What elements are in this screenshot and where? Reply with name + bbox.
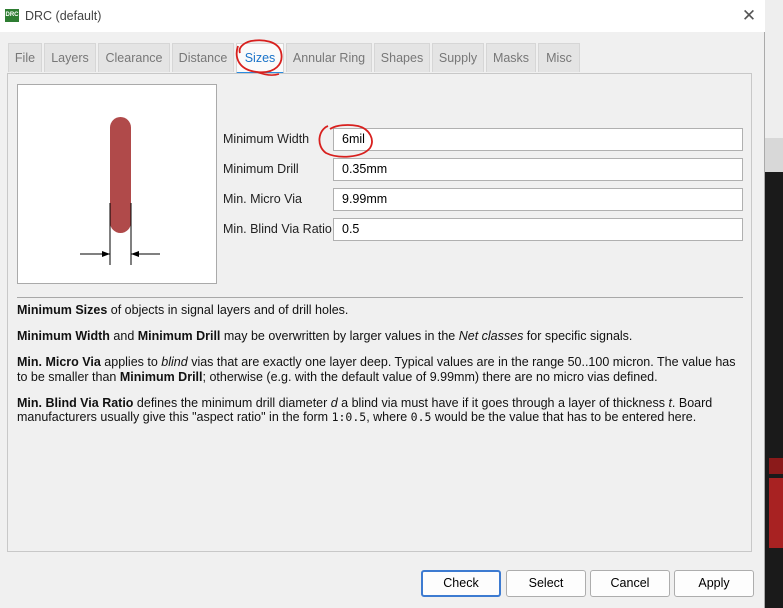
tab-layers[interactable]: Layers [44,43,96,72]
drc-app-icon: DRC [5,9,19,22]
min-blind-via-ratio-label: Min. Blind Via Ratio [223,222,332,236]
min-micro-via-input[interactable]: 9.99mm [333,188,743,211]
minimum-width-label: Minimum Width [223,132,310,146]
min-micro-via-label: Min. Micro Via [223,192,302,206]
background-panel-light [765,0,783,138]
cancel-button[interactable]: Cancel [590,570,670,597]
window-title: DRC (default) [25,9,102,23]
help-text: Minimum Sizes of objects in signal layer… [17,303,747,436]
check-button[interactable]: Check [421,570,501,597]
tab-supply[interactable]: Supply [432,43,484,72]
background-board-element [769,478,783,548]
tab-annular-ring[interactable]: Annular Ring [286,43,372,72]
tab-shapes[interactable]: Shapes [374,43,430,72]
arrowhead-right [131,251,139,257]
min-blind-via-ratio-input[interactable]: 0.5 [333,218,743,241]
separator [17,297,743,298]
background-panel-pale [765,138,783,172]
min-width-illustration [17,84,217,284]
tab-masks[interactable]: Masks [486,43,536,72]
help-paragraph: Minimum Width and Minimum Drill may be o… [17,329,633,343]
help-paragraph: Min. Blind Via Ratio defines the minimum… [17,395,713,425]
help-paragraph: Min. Micro Via applies to blind vias tha… [17,355,736,384]
minimum-width-input[interactable]: 6mil [333,128,743,151]
tab-misc[interactable]: Misc [538,43,580,72]
apply-button[interactable]: Apply [674,570,754,597]
trace-width-diagram [80,117,160,265]
help-paragraph: Minimum Sizes of objects in signal layer… [17,303,349,317]
title-bar: DRC DRC (default) ✕ [0,0,765,32]
minimum-drill-label: Minimum Drill [223,162,299,176]
minimum-drill-input[interactable]: 0.35mm [333,158,743,181]
arrowhead-left [102,251,110,257]
drc-dialog: DRC DRC (default) ✕ File Layers Clearanc… [0,0,765,608]
close-button[interactable]: ✕ [738,6,760,26]
select-button[interactable]: Select [506,570,586,597]
background-board-element [769,458,783,474]
tab-clearance[interactable]: Clearance [98,43,170,72]
tab-file[interactable]: File [8,43,42,72]
tab-distance[interactable]: Distance [172,43,234,72]
trace-shape [110,117,131,233]
tab-sizes[interactable]: Sizes [236,43,284,74]
background-window-strip [765,0,783,608]
